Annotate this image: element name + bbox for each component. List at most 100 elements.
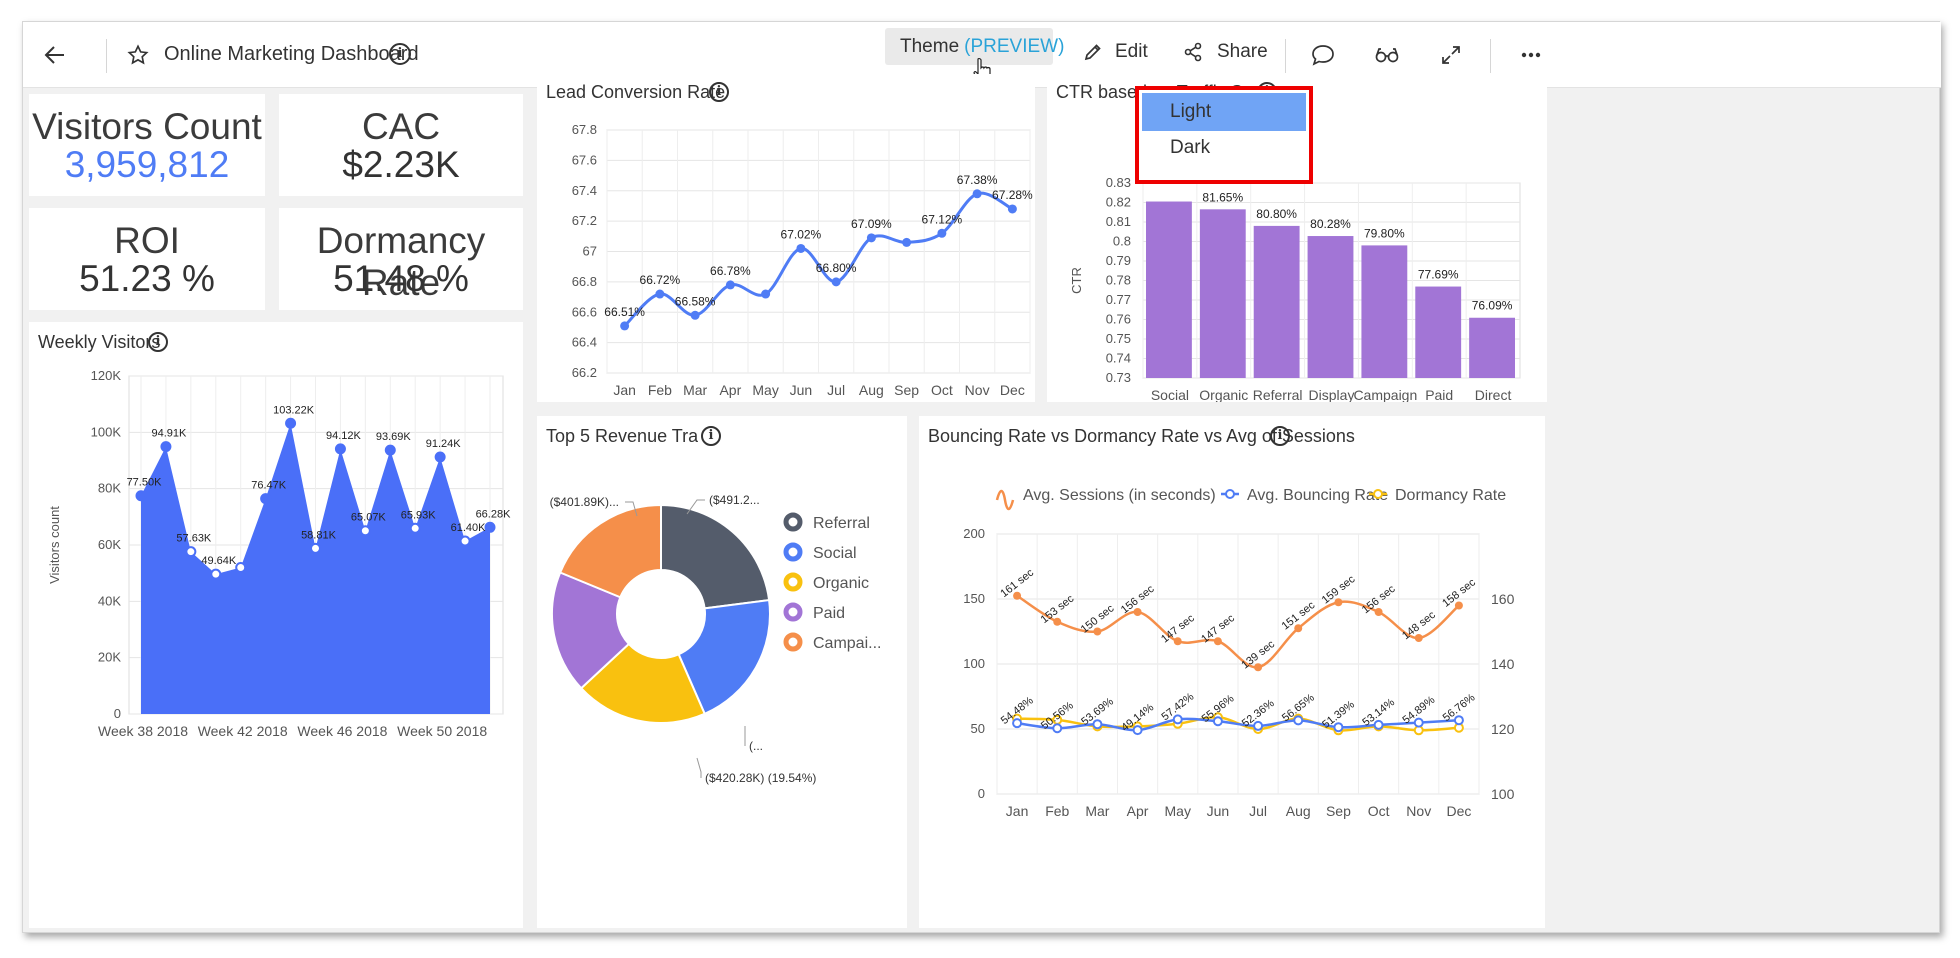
x-tick-label: May xyxy=(1165,803,1191,819)
x-tick-label: Apr xyxy=(719,382,741,398)
x-tick-label: Mar xyxy=(1085,803,1109,819)
y-tick-label-right: 100 xyxy=(1491,786,1515,802)
revenue-donut-chart: ($491.2... (... ($420.28K) (19.54%) ($401.8… xyxy=(550,493,882,785)
y-tick-label: 67.6 xyxy=(572,152,597,167)
data-label: 76.09% xyxy=(1472,299,1513,313)
y-tick-label: 66.6 xyxy=(572,304,597,319)
data-point xyxy=(1007,204,1017,214)
data-point xyxy=(484,521,496,533)
comments-button[interactable] xyxy=(1305,37,1341,73)
y-tick-label: 100K xyxy=(91,424,122,439)
y-tick-label-left: 150 xyxy=(963,591,985,606)
x-tick-label: Jul xyxy=(1249,803,1267,819)
bouncing-panel[interactable]: Bouncing Rate vs Dormancy Rate vs Avg of… xyxy=(919,416,1545,928)
data-label: 93.69K xyxy=(376,431,412,443)
kpi-value: 51.48 % xyxy=(333,258,469,299)
theme-option-light[interactable]: Light xyxy=(1142,93,1306,131)
edit-button[interactable]: Edit xyxy=(1083,34,1153,70)
comment-icon xyxy=(1312,45,1334,66)
fullscreen-button[interactable] xyxy=(1433,37,1469,73)
y-tick-label: 0.76 xyxy=(1106,312,1131,327)
data-point xyxy=(796,243,806,253)
data-point xyxy=(359,525,371,537)
data-point xyxy=(235,562,247,574)
y-tick-label-left: 200 xyxy=(963,526,985,541)
weekly-visitors-panel[interactable]: Weekly Visitors i 0 20K 40K 60K 80K 100K 120K 7… xyxy=(29,322,523,928)
data-point xyxy=(761,289,771,299)
theme-option-dark[interactable]: Dark xyxy=(1142,129,1306,167)
legend-marker xyxy=(1373,489,1383,499)
x-tick-label: Jul xyxy=(827,382,845,398)
star-icon xyxy=(127,44,149,65)
x-tick-label: Direct xyxy=(1475,387,1512,402)
y-tick-label: 20K xyxy=(98,650,121,665)
kpi-cac[interactable]: CAC $2.23K xyxy=(279,94,523,196)
x-tick-label: Dec xyxy=(1000,382,1025,398)
x-tick-label: Social xyxy=(1151,387,1189,402)
y-tick-label: 0.78 xyxy=(1106,273,1131,288)
y-tick-label: 66.4 xyxy=(572,335,597,350)
y-tick-label: 80K xyxy=(98,481,121,496)
data-label: 65.93K xyxy=(401,509,437,521)
bar xyxy=(1469,317,1515,378)
x-tick-label: Sep xyxy=(894,382,919,398)
x-tick-label: Jan xyxy=(613,382,636,398)
data-label: 67.38% xyxy=(957,173,998,187)
y-tick-label: 120K xyxy=(91,368,122,383)
bar xyxy=(1146,201,1192,378)
y-tick-label: 0.8 xyxy=(1113,234,1131,249)
top5-revenue-panel[interactable]: Top 5 Revenue Traffic Sources i ($491.2.… xyxy=(537,416,907,928)
expand-icon xyxy=(1442,46,1460,64)
data-label: 57.63K xyxy=(176,533,212,545)
data-label: 67.02% xyxy=(781,227,822,241)
data-label: 65.07K xyxy=(351,512,387,524)
title-info-icon[interactable]: i xyxy=(389,43,411,65)
y-tick-label: 67.8 xyxy=(572,122,597,137)
y-tick-label: 0.73 xyxy=(1106,370,1131,385)
data-point xyxy=(135,490,147,502)
data-point xyxy=(655,289,665,299)
y-axis-label: CTR xyxy=(1069,267,1084,294)
data-label: 66.72% xyxy=(640,273,681,287)
y-tick-label: 67.2 xyxy=(572,213,597,228)
ellipsis-icon xyxy=(1521,52,1541,58)
x-tick-label: Apr xyxy=(1127,803,1149,819)
bar xyxy=(1361,245,1408,378)
y-tick-label-right: 120 xyxy=(1491,721,1515,737)
data-point xyxy=(160,441,172,453)
y-tick-label-right: 140 xyxy=(1491,656,1515,672)
y-tick-label: 40K xyxy=(98,593,121,608)
kpi-roi[interactable]: ROI 51.23 % xyxy=(29,208,265,310)
kpi-visitors-count[interactable]: Visitors Count 3,959,812 xyxy=(29,94,265,196)
view-mode-button[interactable] xyxy=(1369,37,1405,73)
legend-label: Social xyxy=(813,545,857,562)
x-tick-label: Oct xyxy=(1368,803,1390,819)
x-tick-label: Week 46 2018 xyxy=(297,723,387,739)
kpi-value: 51.23 % xyxy=(79,258,215,299)
data-point xyxy=(310,542,321,554)
data-label: 94.91K xyxy=(151,428,187,440)
y-tick-label: 67 xyxy=(583,244,597,259)
callout-line xyxy=(696,757,702,778)
y-tick-label-left: 100 xyxy=(963,656,985,671)
y-tick-label-right: 160 xyxy=(1491,591,1515,607)
legend-label: Referral xyxy=(813,515,870,532)
favorite-button[interactable] xyxy=(120,37,156,73)
data-point xyxy=(937,228,947,238)
share-button[interactable]: Share xyxy=(1183,34,1273,70)
data-label: 79.80% xyxy=(1364,226,1405,240)
y-tick-label: 0.75 xyxy=(1106,331,1131,346)
back-button[interactable] xyxy=(37,37,73,73)
lead-conversion-panel[interactable]: Lead Conversion Rate i 66.2 66.4 66.6 66.8 6… xyxy=(537,74,1035,402)
theme-button[interactable]: Theme (PREVIEW) xyxy=(885,28,1064,65)
more-options-button[interactable] xyxy=(1513,37,1549,73)
legend-label: Avg. Sessions (in seconds) xyxy=(1023,487,1216,504)
data-point xyxy=(866,233,876,243)
kpi-dormancy-rate[interactable]: Dormancy Rate 51.48 % xyxy=(279,208,523,310)
x-tick-label: Oct xyxy=(931,382,953,398)
x-tick-label: Jan xyxy=(1006,803,1029,819)
y-tick-label: 66.2 xyxy=(572,365,597,380)
y-tick-label: 60K xyxy=(98,537,121,552)
bar xyxy=(1415,286,1462,378)
y-tick-label: 0.77 xyxy=(1106,292,1131,307)
